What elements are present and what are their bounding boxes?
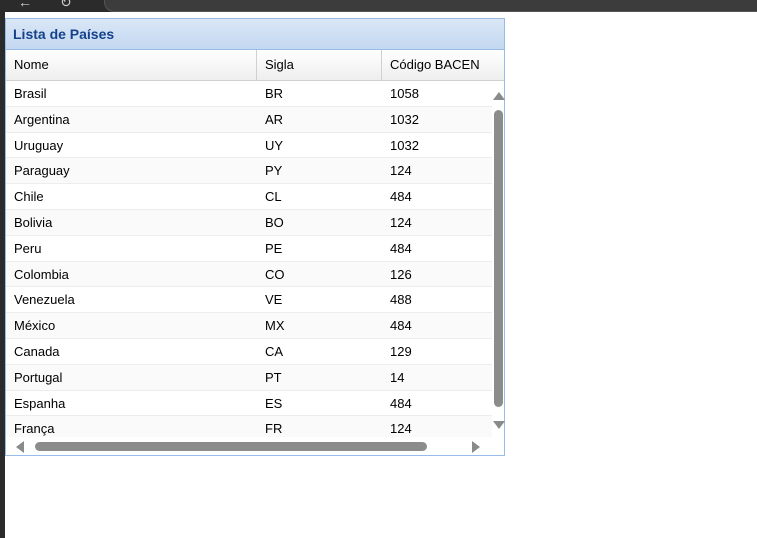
- cell-nome: Chile: [14, 189, 44, 205]
- cell-nome: Venezuela: [14, 292, 75, 308]
- cell-codigo-bacen: 124: [390, 421, 412, 437]
- cell-nome: Brasil: [14, 86, 47, 101]
- cell-codigo-bacen: 129: [390, 343, 412, 359]
- cell-sigla: ES: [265, 395, 283, 411]
- cell-codigo-bacen: 1032: [390, 111, 419, 127]
- table-row[interactable]: Espanha ES 484: [6, 391, 492, 417]
- cell-nome: Canada: [14, 343, 60, 359]
- cell-sigla: UY: [265, 137, 284, 153]
- table-row[interactable]: Chile CL 484: [6, 184, 492, 210]
- cell-nome: Portugal: [14, 369, 63, 385]
- cell-codigo-bacen: 1058: [390, 86, 419, 101]
- cell-nome: Colombia: [14, 266, 69, 282]
- reload-icon[interactable]: ↻: [60, 0, 72, 11]
- cell-sigla: FR: [265, 421, 283, 437]
- cell-codigo-bacen: 484: [390, 240, 412, 256]
- table-row[interactable]: Colombia CO 126: [6, 261, 492, 288]
- cell-sigla: CA: [265, 343, 284, 359]
- cell-nome: Bolivia: [14, 214, 53, 230]
- table-row[interactable]: França FR 124: [6, 416, 492, 437]
- horizontal-scroll-thumb[interactable]: [35, 442, 427, 451]
- cell-nome: México: [14, 318, 56, 334]
- grid-header: Nome Sigla Código BACEN: [6, 50, 504, 81]
- table-row[interactable]: Portugal PT 14: [6, 364, 492, 391]
- cell-sigla: AR: [265, 111, 284, 127]
- cell-codigo-bacen: 126: [390, 266, 412, 282]
- cell-sigla: CO: [265, 266, 285, 282]
- cell-nome: Paraguay: [14, 163, 70, 179]
- column-header-nome[interactable]: Nome: [6, 50, 257, 80]
- cell-nome: França: [14, 421, 55, 437]
- cell-codigo-bacen: 488: [390, 292, 412, 308]
- address-bar[interactable]: [104, 0, 757, 12]
- scroll-up-icon[interactable]: [493, 92, 505, 100]
- grid-body: Brasil BR 1058 Argentina AR 1032 Uruguay UY 1032…: [6, 81, 492, 437]
- table-row[interactable]: Peru PE 484: [6, 236, 492, 262]
- countries-panel: Lista de Países Nome Sigla Código BACEN …: [5, 18, 505, 456]
- scroll-left-icon[interactable]: [16, 441, 24, 453]
- table-row[interactable]: Venezuela VE 488: [6, 287, 492, 314]
- cell-sigla: BR: [265, 86, 284, 101]
- cell-codigo-bacen: 14: [390, 369, 405, 385]
- cell-nome: Argentina: [14, 111, 70, 127]
- cell-codigo-bacen: 484: [390, 189, 412, 205]
- table-row[interactable]: Paraguay PY 124: [6, 158, 492, 185]
- scroll-down-icon[interactable]: [493, 421, 505, 429]
- panel-title: Lista de Países: [6, 19, 504, 50]
- cell-sigla: PE: [265, 240, 283, 256]
- cell-nome: Peru: [14, 240, 42, 256]
- vertical-scrollbar[interactable]: [492, 81, 505, 437]
- table-row[interactable]: Canada CA 129: [6, 339, 492, 365]
- cell-nome: Espanha: [14, 395, 66, 411]
- scroll-right-icon[interactable]: [472, 441, 480, 453]
- back-arrow-icon[interactable]: ←: [18, 0, 32, 10]
- cell-sigla: PY: [265, 163, 283, 179]
- cell-codigo-bacen: 484: [390, 395, 412, 411]
- table-row[interactable]: Argentina AR 1032: [6, 106, 492, 133]
- horizontal-scrollbar[interactable]: [6, 438, 504, 454]
- column-header-sigla[interactable]: Sigla: [257, 50, 382, 80]
- browser-chrome: ← ↻: [0, 0, 757, 12]
- vertical-scroll-thumb[interactable]: [494, 110, 503, 407]
- cell-codigo-bacen: 484: [390, 318, 412, 334]
- table-row[interactable]: Bolivia BO 124: [6, 209, 492, 236]
- cell-sigla: BO: [265, 214, 284, 230]
- cell-sigla: PT: [265, 369, 282, 385]
- cell-codigo-bacen: 124: [390, 214, 412, 230]
- cell-codigo-bacen: 1032: [390, 137, 419, 153]
- cell-nome: Uruguay: [14, 137, 64, 153]
- column-header-codigo-bacen[interactable]: Código BACEN: [382, 50, 504, 80]
- table-row[interactable]: Brasil BR 1058: [6, 81, 492, 107]
- cell-codigo-bacen: 124: [390, 163, 412, 179]
- cell-sigla: VE: [265, 292, 283, 308]
- table-row[interactable]: México MX 484: [6, 313, 492, 339]
- cell-sigla: CL: [265, 189, 282, 205]
- cell-sigla: MX: [265, 318, 285, 334]
- table-row[interactable]: Uruguay UY 1032: [6, 133, 492, 159]
